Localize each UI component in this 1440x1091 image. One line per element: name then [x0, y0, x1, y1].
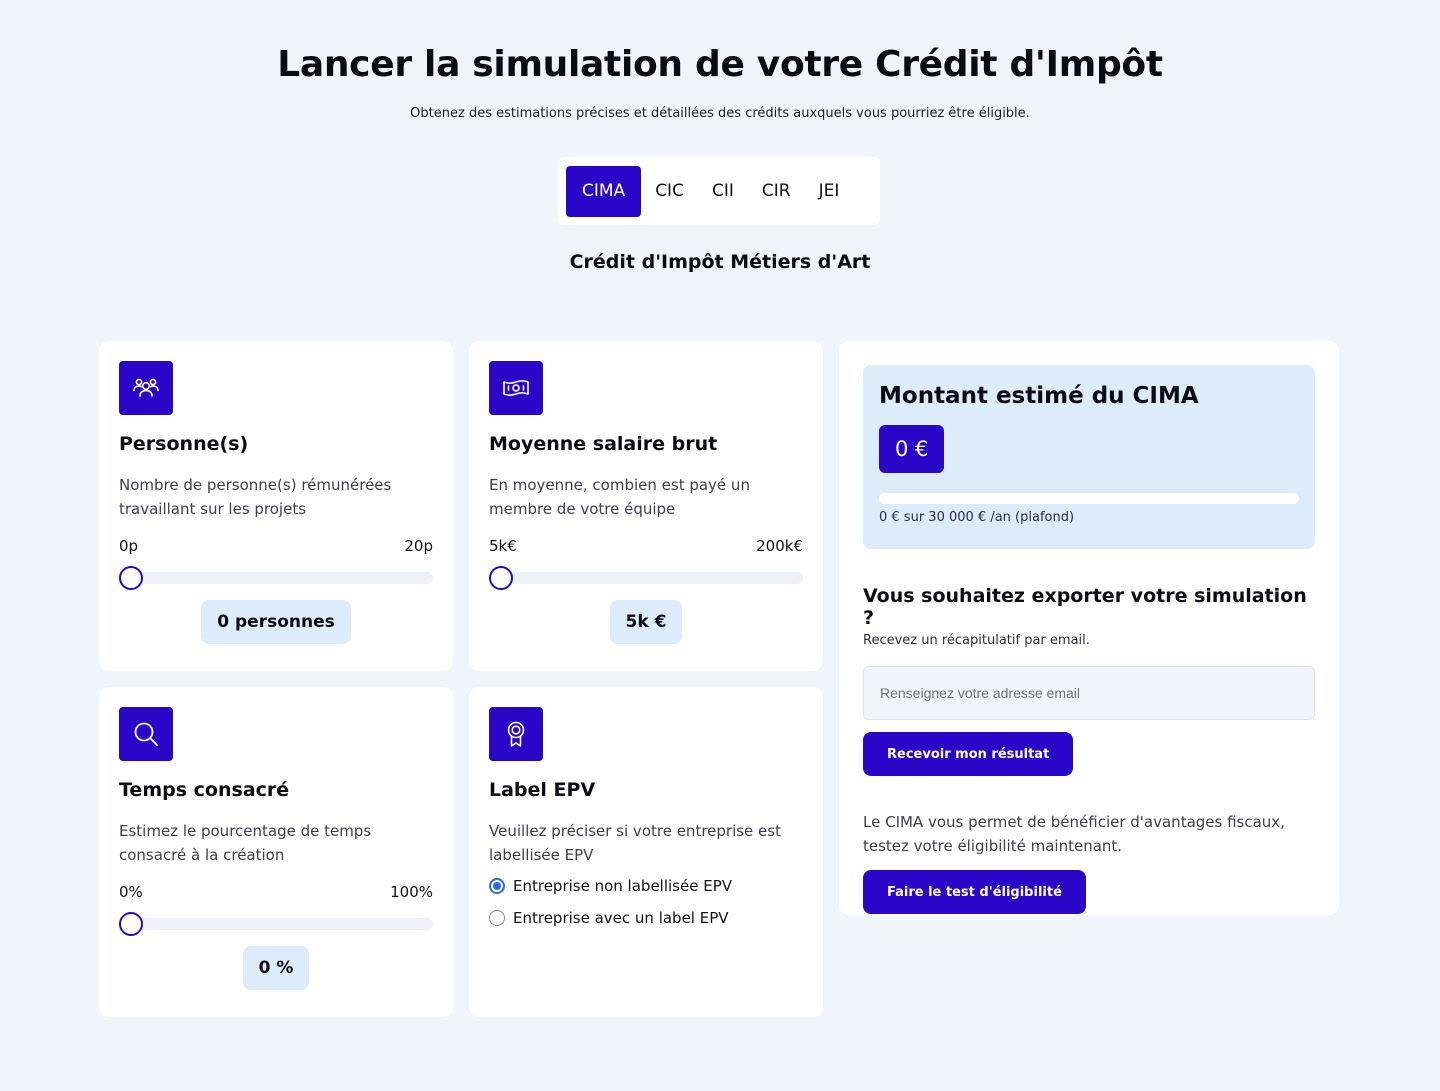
eligibility-test-button[interactable]: Faire le test d'éligibilité	[863, 870, 1086, 914]
credit-tabs: CIMA CIC CII CIR JEI	[558, 157, 880, 225]
eligibility-info-text: Le CIMA vous permet de bénéficier d'avan…	[863, 813, 1285, 855]
export-subtitle: Recevez un récapitulatif par email.	[863, 633, 1090, 648]
credit-name: Crédit d'Impôt Métiers d'Art	[569, 251, 871, 273]
time-max-label: 100%	[390, 883, 433, 901]
tab-cic[interactable]: CIC	[641, 166, 698, 217]
salary-card: Moyenne salaire brut En moyenne, combien…	[469, 341, 823, 671]
salary-title: Moyenne salaire brut	[489, 433, 718, 455]
award-icon	[489, 707, 543, 761]
persons-range-labels: 0p 20p	[119, 537, 433, 555]
salary-description: En moyenne, combien est payé un membre d…	[489, 476, 750, 518]
salary-value: 5k €	[609, 600, 683, 644]
persons-slider[interactable]	[119, 566, 433, 590]
persons-slider-thumb[interactable]	[119, 566, 143, 590]
epv-description: Veuillez préciser si votre entreprise es…	[489, 822, 781, 864]
search-icon	[119, 707, 173, 761]
epv-option-labelled-label: Entreprise avec un label EPV	[513, 909, 729, 927]
estimate-box: Montant estimé du CIMA 0 € 0 € sur 30 00…	[863, 365, 1315, 549]
page-subtitle: Obtenez des estimations précises et déta…	[410, 106, 1030, 121]
salary-slider-thumb[interactable]	[489, 566, 513, 590]
export-title: Vous souhaitez exporter votre simulation…	[863, 585, 1307, 629]
time-range-labels: 0% 100%	[119, 883, 433, 901]
page-title: Lancer la simulation de votre Crédit d'I…	[277, 44, 1163, 85]
time-min-label: 0%	[119, 883, 143, 901]
epv-option-labelled[interactable]: Entreprise avec un label EPV	[489, 909, 803, 927]
tab-cir[interactable]: CIR	[748, 166, 805, 217]
time-slider-thumb[interactable]	[119, 912, 143, 936]
tab-cii[interactable]: CII	[698, 166, 748, 217]
receive-result-button[interactable]: Recevoir mon résultat	[863, 732, 1074, 776]
time-description: Estimez le pourcentage de temps consacré…	[119, 822, 372, 864]
email-field[interactable]	[863, 666, 1315, 720]
time-card: Temps consacré Estimez le pourcentage de…	[99, 687, 453, 1017]
salary-range-labels: 5k€ 200k€	[489, 537, 803, 555]
banknote-icon	[489, 361, 543, 415]
cap-text: 0 € sur 30 000 € /an (plafond)	[879, 510, 1075, 525]
epv-option-none-label: Entreprise non labellisée EPV	[513, 877, 732, 895]
tab-jei[interactable]: JEI	[805, 166, 854, 217]
people-icon	[119, 361, 173, 415]
epv-title: Label EPV	[489, 779, 596, 801]
cap-progress-bar	[879, 493, 1299, 504]
persons-title: Personne(s)	[119, 433, 249, 455]
estimate-title: Montant estimé du CIMA	[879, 383, 1199, 409]
persons-value: 0 personnes	[201, 600, 351, 644]
epv-option-none[interactable]: Entreprise non labellisée EPV	[489, 877, 803, 895]
epv-radio-labelled[interactable]	[489, 910, 505, 926]
persons-min-label: 0p	[119, 537, 139, 555]
salary-slider[interactable]	[489, 566, 803, 590]
time-slider[interactable]	[119, 912, 433, 936]
persons-max-label: 20p	[404, 537, 433, 555]
time-title: Temps consacré	[119, 779, 290, 801]
epv-radio-none[interactable]	[489, 878, 505, 894]
epv-card: Label EPV Veuillez préciser si votre ent…	[469, 687, 823, 1017]
persons-description: Nombre de personne(s) rémunérées travail…	[119, 476, 392, 518]
time-value: 0 %	[242, 946, 310, 990]
salary-max-label: 200k€	[756, 537, 803, 555]
persons-card: Personne(s) Nombre de personne(s) rémuné…	[99, 341, 453, 671]
tab-cima[interactable]: CIMA	[566, 165, 642, 217]
estimate-amount: 0 €	[879, 425, 945, 473]
result-panel: Montant estimé du CIMA 0 € 0 € sur 30 00…	[839, 341, 1339, 915]
salary-min-label: 5k€	[489, 537, 517, 555]
